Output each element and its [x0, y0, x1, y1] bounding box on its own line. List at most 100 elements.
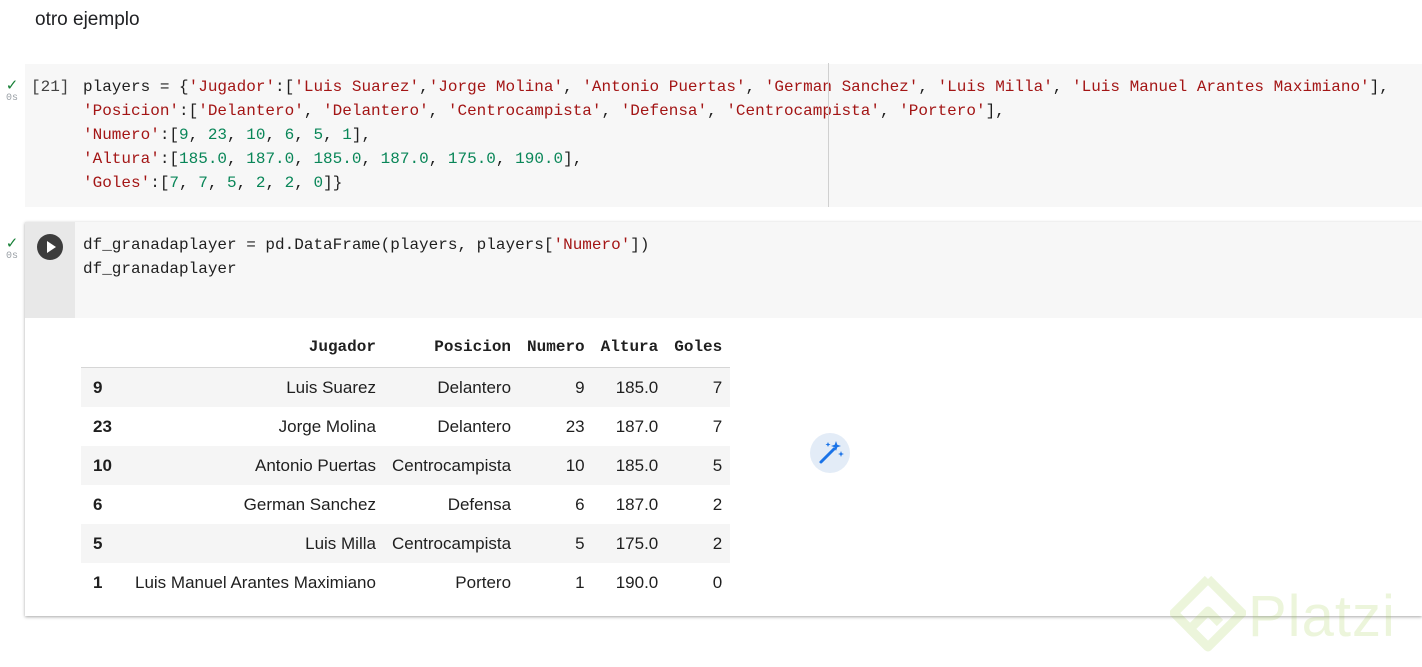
platzi-watermark: Platzi [1169, 575, 1422, 662]
code-token: , [563, 78, 583, 96]
code-number: 10 [246, 126, 266, 144]
table-cell: Centrocampista [391, 455, 512, 475]
code-cell-1[interactable]: [21] players = {'Jugador':['Luis Suarez'… [25, 64, 1422, 207]
markdown-text: otro ejemplo [35, 9, 140, 30]
code-number: 23 [207, 126, 228, 144]
code-string: 'Antonio Puertas' [582, 78, 746, 96]
code-token: , [207, 174, 228, 192]
code-token: , [428, 102, 448, 120]
table-cell: Luis Suarez [286, 377, 376, 397]
code-token: ], [563, 150, 583, 168]
column-header: Jugador [127, 327, 384, 368]
table-cell: Centrocampista [391, 533, 512, 553]
cell1-status: ✓ 0s [0, 78, 24, 105]
code-token: , [294, 174, 314, 192]
code-token: , [323, 126, 343, 144]
code-token: , [265, 174, 285, 192]
table-cell: 185.0 [615, 455, 659, 475]
code-token: :[ [150, 174, 170, 192]
code-string: 'Luis Suarez' [294, 78, 420, 96]
table-cell: 175.0 [615, 533, 659, 553]
code-string: 'Altura' [83, 150, 160, 168]
code-token: , [236, 174, 256, 192]
table-row: 5 Luis Milla Centrocampista 5 175.0 2 [81, 524, 731, 563]
column-header: Goles [666, 327, 731, 368]
code-line: df_granadaplayer = pd.DataFrame(players,… [83, 233, 650, 257]
run-cell-button[interactable] [37, 234, 63, 260]
code-line: 'Numero':[9, 23, 10, 6, 5, 1], [83, 123, 1389, 147]
code-string: 'Numero' [553, 236, 631, 254]
table-cell: Delantero [437, 416, 512, 436]
code-token: , [879, 102, 900, 120]
code-string: 'Luis Milla' [937, 78, 1053, 96]
code-token: , [227, 126, 247, 144]
code-token: , [361, 150, 381, 168]
check-icon: ✓ [5, 76, 19, 94]
table-cell: 190.0 [615, 572, 659, 592]
code-string: 'Jugador' [188, 78, 276, 96]
table-cell: Jorge Molina [278, 416, 376, 436]
check-icon: ✓ [5, 234, 19, 252]
code-token: , [294, 150, 314, 168]
code-token: , [179, 174, 199, 192]
code-string: 'Goles' [83, 174, 151, 192]
code-token: , [227, 150, 247, 168]
code-string: 'Centrocampista' [447, 102, 602, 120]
code-number: 7 [198, 174, 208, 192]
table-cell: Luis Milla [305, 533, 376, 553]
code-string: 'Portero' [899, 102, 986, 120]
table-cell: 9 [575, 377, 585, 397]
code-line: df_granadaplayer [83, 257, 650, 281]
dataframe-table: Jugador Posicion Numero Altura Goles 9 Lu… [81, 327, 731, 602]
code-cell-2[interactable]: df_granadaplayer = pd.DataFrame(players,… [25, 222, 1422, 616]
column-header [81, 327, 127, 368]
table-cell: 187.0 [615, 494, 659, 514]
row-index: 5 [93, 533, 103, 553]
code-string: 'German Sanchez' [764, 78, 919, 96]
code-token: , [265, 126, 285, 144]
code-token: df_granadaplayer = pd.DataFrame(players,… [83, 236, 554, 254]
code-token: , [419, 78, 429, 96]
table-cell: Delantero [437, 377, 512, 397]
code-line: 'Goles':[7, 7, 5, 2, 2, 0]} [83, 171, 1389, 195]
table-cell: 6 [575, 494, 585, 514]
code-string: 'Delantero' [323, 102, 429, 120]
table-cell: Portero [455, 572, 512, 592]
code-token: df_granadaplayer [83, 260, 237, 278]
code-string: 'Luis Manuel Arantes Maximiano' [1072, 78, 1370, 96]
cell-output: Jugador Posicion Numero Altura Goles 9 Lu… [81, 327, 850, 602]
code-token: :[ [159, 150, 180, 168]
table-cell: 10 [565, 455, 585, 475]
watermark-text: Platzi [1248, 584, 1396, 649]
code-line: 'Altura':[185.0, 187.0, 185.0, 187.0, 17… [83, 147, 1389, 171]
code-number: 0 [313, 174, 324, 192]
line-length-ruler [828, 63, 829, 207]
table-cell: 7 [712, 416, 723, 436]
code-number: 185.0 [179, 150, 228, 168]
code-token: , [188, 126, 208, 144]
code-token: ], [1369, 78, 1389, 96]
cell1-exec-time: 0s [5, 93, 18, 104]
code-number: 187.0 [246, 150, 295, 168]
table-header-row: Jugador Posicion Numero Altura Goles [81, 327, 731, 368]
column-header: Posicion [383, 327, 520, 368]
code-editor-2[interactable]: df_granadaplayer = pd.DataFrame(players,… [75, 222, 1422, 318]
column-header: Altura [592, 327, 667, 368]
table-row: 10 Antonio Puertas Centrocampista 10 185.0 5 [81, 446, 731, 485]
code-number: 7 [169, 174, 180, 192]
code-line: players = {'Jugador':['Luis Suarez','Jor… [83, 75, 1389, 99]
table-cell: Defensa [447, 494, 512, 514]
table-row: 9 Luis Suarez Delantero 9 185.0 7 [81, 367, 731, 407]
table-row: 23 Jorge Molina Delantero 23 187.0 7 [81, 407, 730, 446]
code-text-2[interactable]: df_granadaplayer = pd.DataFrame(players,… [83, 233, 650, 281]
cell-gutter [25, 222, 75, 318]
suggest-charts-button[interactable] [810, 433, 850, 473]
code-string: 'Posicion' [83, 102, 180, 120]
code-number: 185.0 [313, 150, 362, 168]
platzi-logo-icon [1169, 575, 1247, 652]
code-token: :[ [179, 102, 199, 120]
code-editor-1[interactable]: players = {'Jugador':['Luis Suarez','Jor… [83, 75, 1389, 195]
code-line: 'Posicion':['Delantero', 'Delantero', 'C… [83, 99, 1389, 123]
cell2-status: ✓ 0s [0, 236, 24, 263]
code-number: 2 [284, 174, 295, 192]
